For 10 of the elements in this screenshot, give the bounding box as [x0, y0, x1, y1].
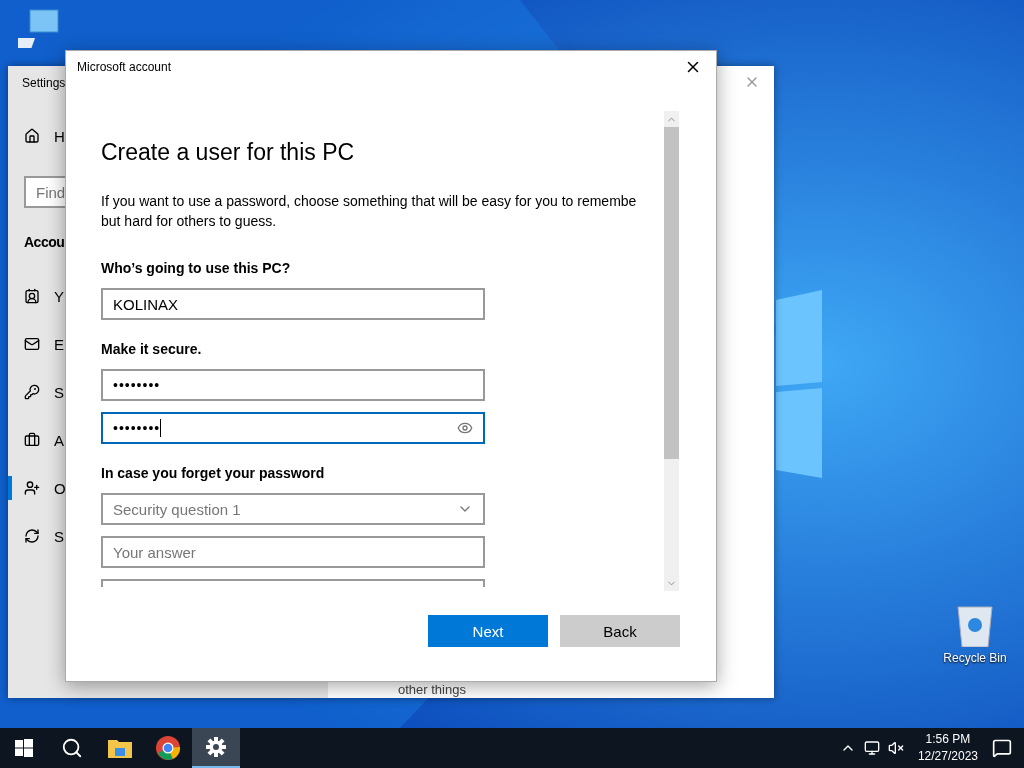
field-label: In case you forget your password: [101, 465, 326, 481]
field-label: Who’s going to use this PC?: [101, 260, 292, 276]
description-text: but hard for others to guess.: [101, 212, 278, 231]
dialog-title: Microsoft account: [77, 60, 172, 74]
description-text: If you want to use a password, choose something that will be easy for you to remembe: [101, 192, 638, 211]
page-heading: Create a user for this PC: [101, 139, 356, 166]
field-label: Make it secure.: [101, 341, 203, 357]
window-title: Settings: [22, 76, 67, 90]
content-text: other things: [398, 683, 466, 697]
section-title: Accou: [24, 234, 65, 250]
